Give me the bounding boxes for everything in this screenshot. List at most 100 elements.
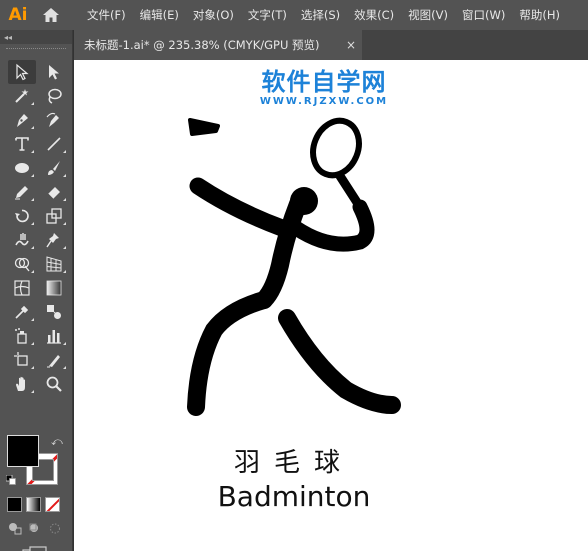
- ellipse-icon: [15, 163, 29, 173]
- draw-inside-button[interactable]: [47, 521, 63, 536]
- draw-inside-icon: [50, 523, 60, 534]
- eyedropper-tool[interactable]: [8, 300, 36, 324]
- watermark-url: WWW.RJZXW.COM: [259, 96, 389, 107]
- document-tab-title: 未标题-1.ai* @ 235.38% (CMYK/GPU 预览): [84, 38, 320, 52]
- color-mode-buttons: [7, 497, 60, 512]
- gradient-mode-button[interactable]: [26, 497, 41, 512]
- shape-builder-tool[interactable]: [8, 252, 36, 276]
- draw-behind-icon: [29, 523, 38, 532]
- tools-grip[interactable]: [6, 48, 66, 58]
- slice-tool[interactable]: [40, 348, 68, 372]
- document-tab[interactable]: 未标题-1.ai* @ 235.38% (CMYK/GPU 预览) ×: [74, 30, 362, 60]
- shaper-pencil-icon: [15, 186, 28, 200]
- pen-nib-icon: [17, 114, 28, 127]
- type-t-icon: [15, 137, 29, 151]
- symbol-sprayer-tool[interactable]: [8, 324, 36, 348]
- curvature-pen-icon: [46, 112, 59, 127]
- menu-type[interactable]: 文字(T): [241, 0, 294, 30]
- figure-back-arm: [189, 177, 291, 237]
- column-graph-tool[interactable]: [40, 324, 68, 348]
- racket-head: [310, 117, 362, 179]
- symbol-sprayer-icon: [15, 328, 27, 344]
- menu-select[interactable]: 选择(S): [294, 0, 347, 30]
- artwork-title-english: Badminton: [217, 480, 371, 513]
- column-graph-icon: [47, 330, 61, 344]
- magic-wand-tool[interactable]: [8, 84, 36, 108]
- app-logo: Ai: [8, 5, 28, 25]
- curvature-tool[interactable]: [40, 108, 68, 132]
- zoom-tool[interactable]: [40, 372, 68, 396]
- artboard-canvas[interactable]: 软件自学网 WWW.RJZXW.COM 羽毛球 Badminton: [74, 60, 588, 551]
- perspective-grid-icon: [46, 256, 62, 272]
- draw-mode-buttons: [7, 521, 63, 536]
- mesh-icon: [14, 280, 30, 296]
- warp-tool[interactable]: [8, 228, 36, 252]
- color-mode-button[interactable]: [7, 497, 22, 512]
- gradient-icon: [46, 280, 62, 296]
- fill-color-swatch[interactable]: [7, 435, 39, 467]
- color-controls: ⤺: [6, 433, 66, 491]
- figure-front-leg: [278, 309, 401, 414]
- hand-tool[interactable]: [8, 372, 36, 396]
- menu-edit[interactable]: 编辑(E): [133, 0, 186, 30]
- menu-object[interactable]: 对象(O): [186, 0, 241, 30]
- shape-builder-icon: [14, 257, 30, 272]
- menu-view[interactable]: 视图(V): [401, 0, 455, 30]
- eraser-icon: [47, 187, 60, 200]
- shaper-tool[interactable]: [8, 180, 36, 204]
- tool-grid: [0, 60, 72, 396]
- warp-hand-icon: [15, 233, 29, 246]
- direct-selection-tool[interactable]: [40, 60, 68, 84]
- artwork-title-chinese: 羽毛球: [233, 448, 354, 478]
- none-mode-button[interactable]: [45, 497, 60, 512]
- shuttlecock: [188, 118, 220, 136]
- blend-icon: [47, 305, 61, 319]
- screen-mode-icon[interactable]: [22, 546, 48, 551]
- watermark: 软件自学网 WWW.RJZXW.COM: [249, 68, 399, 108]
- direct-selection-icon: [49, 65, 59, 80]
- tab-close-icon[interactable]: ×: [346, 38, 356, 52]
- home-button[interactable]: [36, 0, 66, 30]
- watermark-title: 软件自学网: [261, 68, 387, 96]
- selection-tool[interactable]: [8, 60, 36, 84]
- menu-window[interactable]: 窗口(W): [455, 0, 512, 30]
- line-segment-icon: [47, 137, 61, 151]
- magic-wand-icon: [15, 89, 29, 103]
- menu-help[interactable]: 帮助(H): [512, 0, 567, 30]
- paintbrush-tool[interactable]: [40, 156, 68, 180]
- tools-collapse-button[interactable]: ◂◂: [0, 30, 72, 44]
- default-colors-icon[interactable]: [6, 475, 16, 485]
- gradient-tool[interactable]: [40, 276, 68, 300]
- artboard-icon: [14, 352, 28, 366]
- paintbrush-icon: [48, 161, 60, 175]
- artboard-tool[interactable]: [8, 348, 36, 372]
- draw-normal-button[interactable]: [7, 521, 23, 536]
- perspective-grid-tool[interactable]: [40, 252, 68, 276]
- mesh-tool[interactable]: [8, 276, 36, 300]
- lasso-icon: [48, 88, 62, 104]
- ellipse-tool[interactable]: [8, 156, 36, 180]
- blend-tool[interactable]: [40, 300, 68, 324]
- menu-effect[interactable]: 效果(C): [347, 0, 401, 30]
- tools-panel: ◂◂ ⤺: [0, 30, 73, 551]
- zoom-magnifier-icon: [46, 376, 62, 392]
- draw-behind-button[interactable]: [27, 521, 43, 536]
- menu-file[interactable]: 文件(F): [80, 0, 133, 30]
- type-tool[interactable]: [8, 132, 36, 156]
- puppet-warp-tool[interactable]: [40, 228, 68, 252]
- eraser-tool[interactable]: [40, 180, 68, 204]
- draw-normal-icon: [9, 523, 22, 535]
- rotate-tool[interactable]: [8, 204, 36, 228]
- document-tab-bar: 未标题-1.ai* @ 235.38% (CMYK/GPU 预览) ×: [74, 30, 588, 60]
- pen-tool[interactable]: [8, 108, 36, 132]
- eyedropper-icon: [15, 305, 29, 319]
- rotate-icon: [15, 209, 29, 223]
- swap-fill-stroke-icon[interactable]: ⤺: [51, 435, 63, 449]
- hand-icon: [16, 376, 25, 391]
- selection-arrow-icon: [16, 63, 29, 81]
- line-segment-tool[interactable]: [40, 132, 68, 156]
- scale-tool[interactable]: [40, 204, 68, 228]
- lasso-tool[interactable]: [40, 84, 68, 108]
- figure-back-leg: [187, 291, 273, 416]
- slice-knife-icon: [47, 355, 60, 368]
